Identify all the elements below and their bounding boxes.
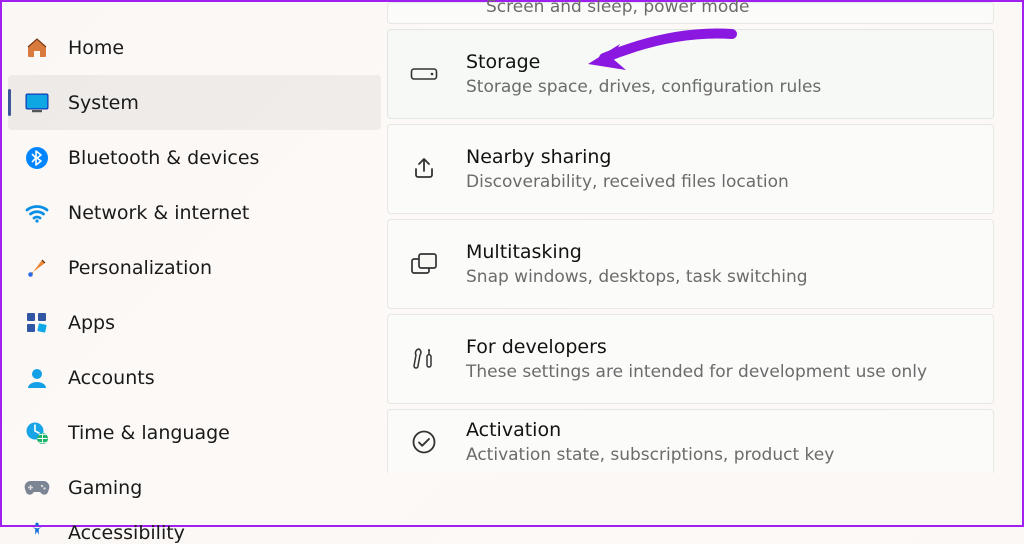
apps-icon [24,310,50,336]
person-icon [24,365,50,391]
home-icon [24,35,50,61]
card-for-developers[interactable]: For developers These settings are intend… [387,314,994,404]
card-title: Nearby sharing [466,146,789,168]
card-subtitle: Snap windows, desktops, task switching [466,267,808,287]
sidebar-item-gaming[interactable]: Gaming [8,460,381,515]
card-subtitle: Activation state, subscriptions, product… [466,445,834,465]
multitasking-icon [410,250,438,278]
sidebar-item-label: Gaming [68,477,142,499]
storage-icon [410,60,438,88]
card-activation[interactable]: Activation Activation state, subscriptio… [387,409,994,473]
tools-icon [410,345,438,373]
sidebar-item-apps[interactable]: Apps [8,295,381,350]
sidebar-item-time-language[interactable]: Time & language [8,405,381,460]
sidebar-item-system[interactable]: System [8,75,381,130]
sidebar-item-label: System [68,92,139,114]
card-title: Activation [466,419,834,441]
card-title: Storage [466,51,821,73]
bluetooth-icon [24,145,50,171]
gamepad-icon [24,475,50,501]
card-subtitle: Storage space, drives, configuration rul… [466,77,821,97]
sidebar-item-label: Home [68,37,124,59]
sidebar-item-label: Bluetooth & devices [68,147,259,169]
card-subtitle: Screen and sleep, power mode [486,0,750,17]
card-nearby-sharing[interactable]: Nearby sharing Discoverability, received… [387,124,994,214]
accessibility-icon [24,516,50,542]
checkmark-circle-icon [410,428,438,456]
clock-globe-icon [24,420,50,446]
sidebar-item-accessibility[interactable]: Accessibility [8,515,381,543]
sidebar-item-label: Network & internet [68,202,249,224]
card-storage[interactable]: Storage Storage space, drives, configura… [387,29,994,119]
sidebar-item-label: Accessibility [68,522,185,544]
share-icon [410,155,438,183]
card-subtitle: Discoverability, received files location [466,172,789,192]
sidebar-item-network[interactable]: Network & internet [8,185,381,240]
sidebar-item-label: Time & language [68,422,230,444]
system-settings-list: Screen and sleep, power mode Storage Sto… [387,2,1022,525]
settings-sidebar: Home System Bluetooth & devices Network … [2,2,387,525]
sidebar-item-label: Apps [68,312,115,334]
system-icon [24,90,50,116]
card-title: For developers [466,336,927,358]
card-multitasking[interactable]: Multitasking Snap windows, desktops, tas… [387,219,994,309]
paintbrush-icon [24,255,50,281]
card-subtitle: These settings are intended for developm… [466,362,927,382]
sidebar-item-label: Accounts [68,367,155,389]
sidebar-item-home[interactable]: Home [8,20,381,75]
wifi-icon [24,200,50,226]
sidebar-item-personalization[interactable]: Personalization [8,240,381,295]
card-title: Multitasking [466,241,808,263]
sidebar-item-accounts[interactable]: Accounts [8,350,381,405]
sidebar-item-bluetooth[interactable]: Bluetooth & devices [8,130,381,185]
sidebar-item-label: Personalization [68,257,212,279]
card-power[interactable]: Screen and sleep, power mode [387,2,994,24]
